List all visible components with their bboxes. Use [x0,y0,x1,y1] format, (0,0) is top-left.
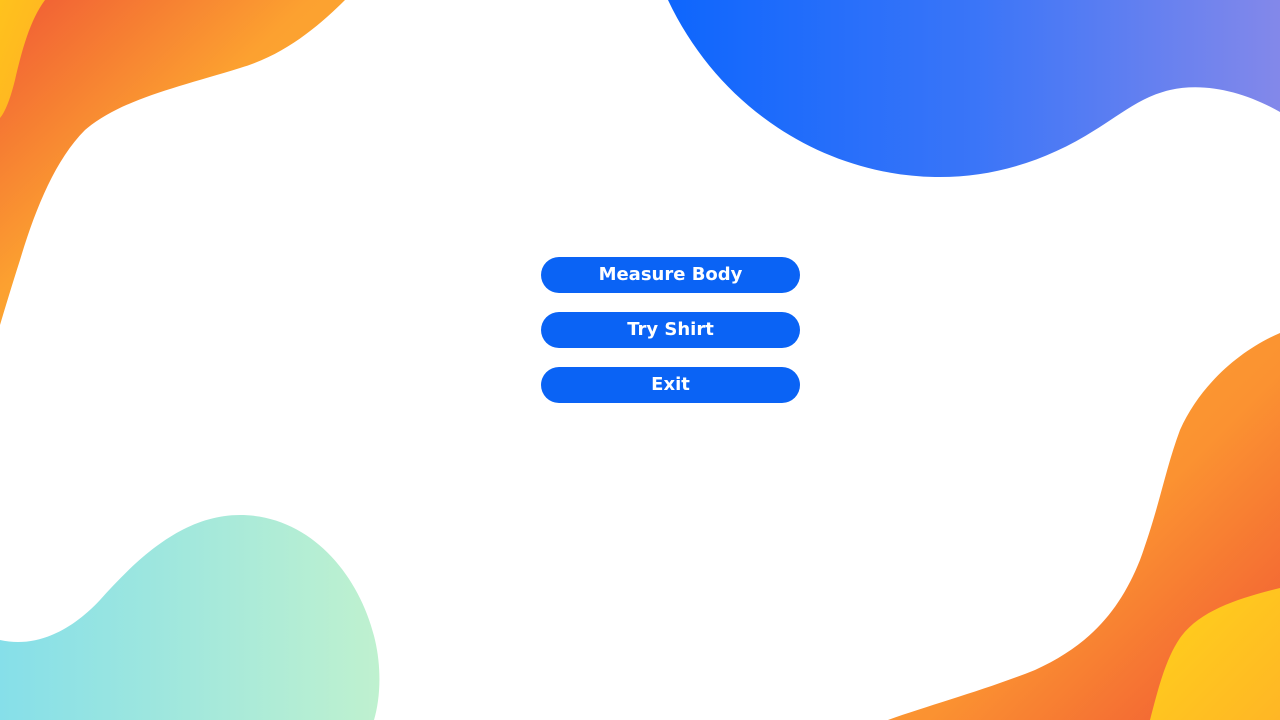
exit-button[interactable]: Exit [541,367,800,403]
app-screen: Measure Body Try Shirt Exit [0,0,1280,720]
main-menu: Measure Body Try Shirt Exit [541,257,800,403]
teal-blob-bottom-left [0,515,380,720]
try-shirt-button[interactable]: Try Shirt [541,312,800,348]
measure-body-button[interactable]: Measure Body [541,257,800,293]
blue-blob-top-right [668,0,1280,178]
orange-blob-top-left [0,0,345,325]
